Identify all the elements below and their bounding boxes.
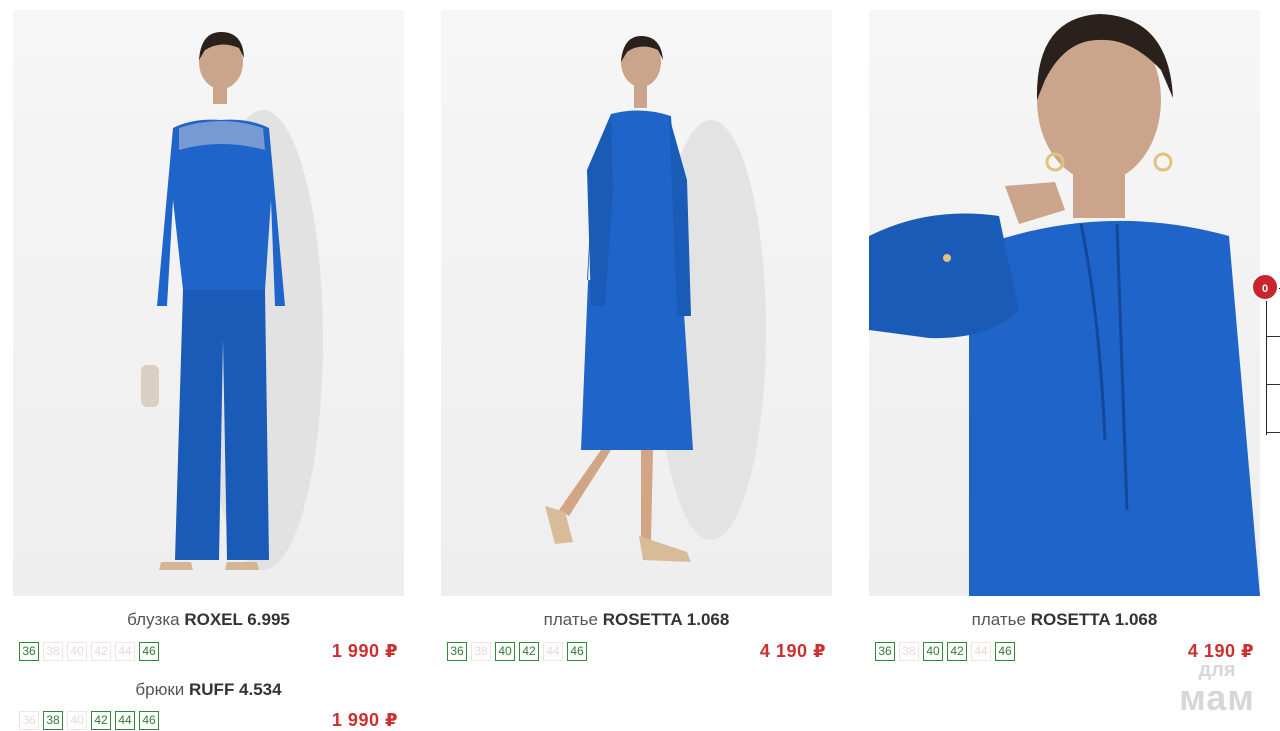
- size-40[interactable]: 40: [495, 642, 515, 661]
- product-price: 4 190 ₽: [759, 641, 826, 661]
- product-title[interactable]: брюки RUFF 4.534: [13, 680, 404, 700]
- product-photo[interactable]: [869, 10, 1260, 596]
- side-panel-row[interactable]: [1267, 385, 1280, 433]
- size-46[interactable]: 46: [139, 711, 159, 730]
- product-card-1[interactable]: блузка ROXEL 6.995 36 38 40 42 44 46 1 9…: [13, 10, 404, 730]
- size-42: 42: [91, 642, 111, 661]
- size-40: 40: [67, 711, 87, 730]
- size-40: 40: [67, 642, 87, 661]
- size-36[interactable]: 36: [875, 642, 895, 661]
- size-46[interactable]: 46: [139, 642, 159, 661]
- product-type: платье: [543, 610, 598, 629]
- product-photo[interactable]: [441, 10, 832, 596]
- product-type: брюки: [135, 680, 185, 699]
- side-panel-row[interactable]: [1267, 337, 1280, 385]
- size-38: 38: [899, 642, 919, 661]
- size-36: 36: [19, 711, 39, 730]
- product-name: ROSETTA 1.068: [1030, 610, 1158, 629]
- size-list: 36 38 40 42 44 46: [19, 642, 159, 661]
- size-44: 44: [543, 642, 563, 661]
- size-44: 44: [971, 642, 991, 661]
- watermark-line-2: мам: [1179, 677, 1255, 718]
- size-42[interactable]: 42: [947, 642, 967, 661]
- product-type: платье: [971, 610, 1026, 629]
- size-42[interactable]: 42: [91, 711, 111, 730]
- size-42[interactable]: 42: [519, 642, 539, 661]
- size-38: 38: [471, 642, 491, 661]
- size-38[interactable]: 38: [43, 711, 63, 730]
- product-name: ROXEL 6.995: [184, 610, 290, 629]
- product-photo[interactable]: [13, 10, 404, 596]
- size-38: 38: [43, 642, 63, 661]
- product-title[interactable]: платье ROSETTA 1.068: [441, 610, 832, 630]
- cart-count-badge[interactable]: 0: [1251, 273, 1279, 301]
- size-46[interactable]: 46: [995, 642, 1015, 661]
- product-title[interactable]: платье ROSETTA 1.068: [869, 610, 1260, 630]
- size-36[interactable]: 36: [19, 642, 39, 661]
- size-40[interactable]: 40: [923, 642, 943, 661]
- product-name: ROSETTA 1.068: [602, 610, 730, 629]
- size-list: 36 38 40 42 44 46: [19, 711, 159, 730]
- product-price: 1 990 ₽: [331, 641, 398, 661]
- product-price: 4 190 ₽: [1187, 641, 1254, 661]
- product-card-3[interactable]: платье ROSETTA 1.068 36 38 40 42 44 46 4…: [869, 10, 1260, 661]
- product-type: блузка: [127, 610, 180, 629]
- side-panel[interactable]: [1266, 288, 1280, 435]
- watermark-line-1: для: [1198, 659, 1236, 681]
- product-name: RUFF 4.534: [189, 680, 282, 699]
- product-card-2[interactable]: платье ROSETTA 1.068 36 38 40 42 44 46 4…: [441, 10, 832, 661]
- size-46[interactable]: 46: [567, 642, 587, 661]
- size-list: 36 38 40 42 44 46: [447, 642, 587, 661]
- watermark: для мам: [1162, 660, 1272, 716]
- size-44[interactable]: 44: [115, 711, 135, 730]
- size-36[interactable]: 36: [447, 642, 467, 661]
- size-list: 36 38 40 42 44 46: [875, 642, 1015, 661]
- product-title[interactable]: блузка ROXEL 6.995: [13, 610, 404, 630]
- size-44: 44: [115, 642, 135, 661]
- product-price: 1 990 ₽: [331, 710, 398, 730]
